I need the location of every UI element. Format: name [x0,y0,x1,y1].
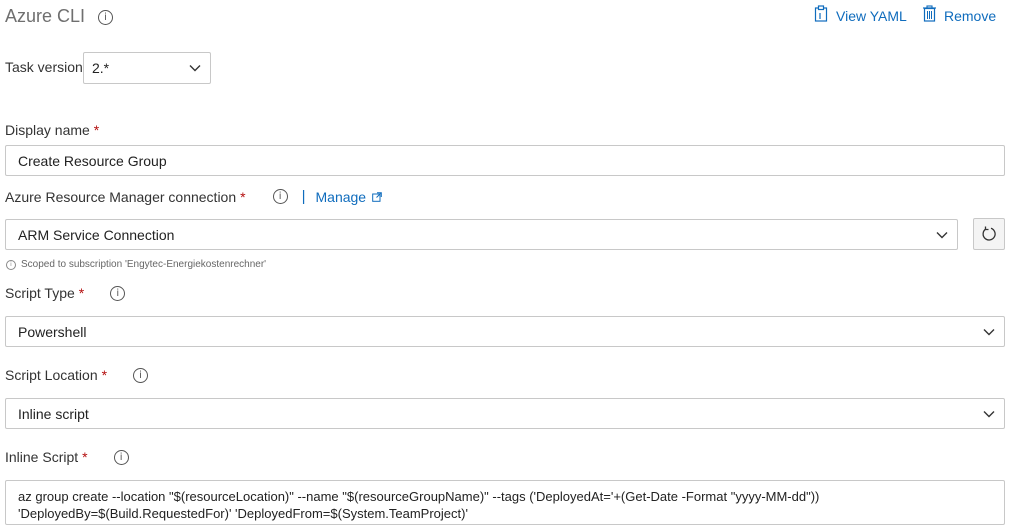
task-version-value: 2.* [92,60,110,76]
script-type-select[interactable]: Powershell [5,316,1005,347]
external-link-icon [372,189,382,205]
info-icon: i [6,259,16,270]
info-icon[interactable]: i [98,10,114,25]
display-name-input[interactable]: Create Resource Group [5,145,1005,176]
arm-connection-label-text: Azure Resource Manager connection [5,188,237,205]
refresh-icon [980,225,998,243]
info-icon[interactable]: i [113,449,129,465]
scope-hint-text: Scoped to subscription 'Engytec-Energiek… [21,259,267,270]
script-location-value: Inline script [18,405,89,422]
script-line: az group create --location "$(resourceLo… [18,489,820,504]
script-location-select[interactable]: Inline script [5,398,1005,429]
trash-icon [922,5,937,27]
clipboard-icon [813,5,829,27]
arm-connection-value: ARM Service Connection [18,226,175,243]
script-line: 'DeployedBy=$(Build.RequestedFor)' 'Depl… [18,506,468,521]
task-title-text: Azure CLI [5,6,86,26]
manage-link[interactable]: Manage [316,189,383,205]
arm-connection-select[interactable]: ARM Service Connection [5,219,958,250]
inline-script-label: Inline Script * i [5,449,129,465]
script-location-label-text: Script Location [5,367,98,383]
separator: | [301,188,306,205]
chevron-down-icon [935,228,949,242]
required-marker: * [240,188,246,205]
required-marker: * [82,449,88,465]
script-type-value: Powershell [18,323,87,340]
script-location-label: Script Location * i [5,367,149,383]
scope-hint: i Scoped to subscription 'Engytec-Energi… [6,259,266,270]
required-marker: * [78,285,85,301]
script-type-label: Script Type * i [5,285,126,301]
task-title: Azure CLI i [5,6,114,27]
script-type-label-text: Script Type [5,285,75,301]
task-version-select[interactable]: 2.* [83,52,211,84]
info-icon[interactable]: i [110,285,126,301]
chevron-down-icon [982,325,996,339]
required-marker: * [93,122,100,138]
manage-label: Manage [315,188,367,205]
required-marker: * [101,367,108,383]
display-name-label: Display name * [5,122,99,138]
display-name-label-text: Display name [5,122,90,138]
remove-button[interactable]: Remove [922,5,997,27]
remove-label: Remove [944,8,997,24]
chevron-down-icon [188,61,202,75]
display-name-value: Create Resource Group [18,152,167,169]
view-yaml-button[interactable]: View YAML [813,5,907,27]
inline-script-editor[interactable]: az group create --location "$(resourceLo… [5,480,1005,525]
inline-script-label-text: Inline Script [5,449,79,465]
refresh-button[interactable] [973,218,1005,250]
task-version-label: Task version [5,59,83,75]
chevron-down-icon [982,407,996,421]
arm-connection-label: Azure Resource Manager connection * i | … [5,188,382,205]
info-icon[interactable]: i [272,189,288,204]
info-icon[interactable]: i [133,367,149,383]
view-yaml-label: View YAML [836,8,907,24]
